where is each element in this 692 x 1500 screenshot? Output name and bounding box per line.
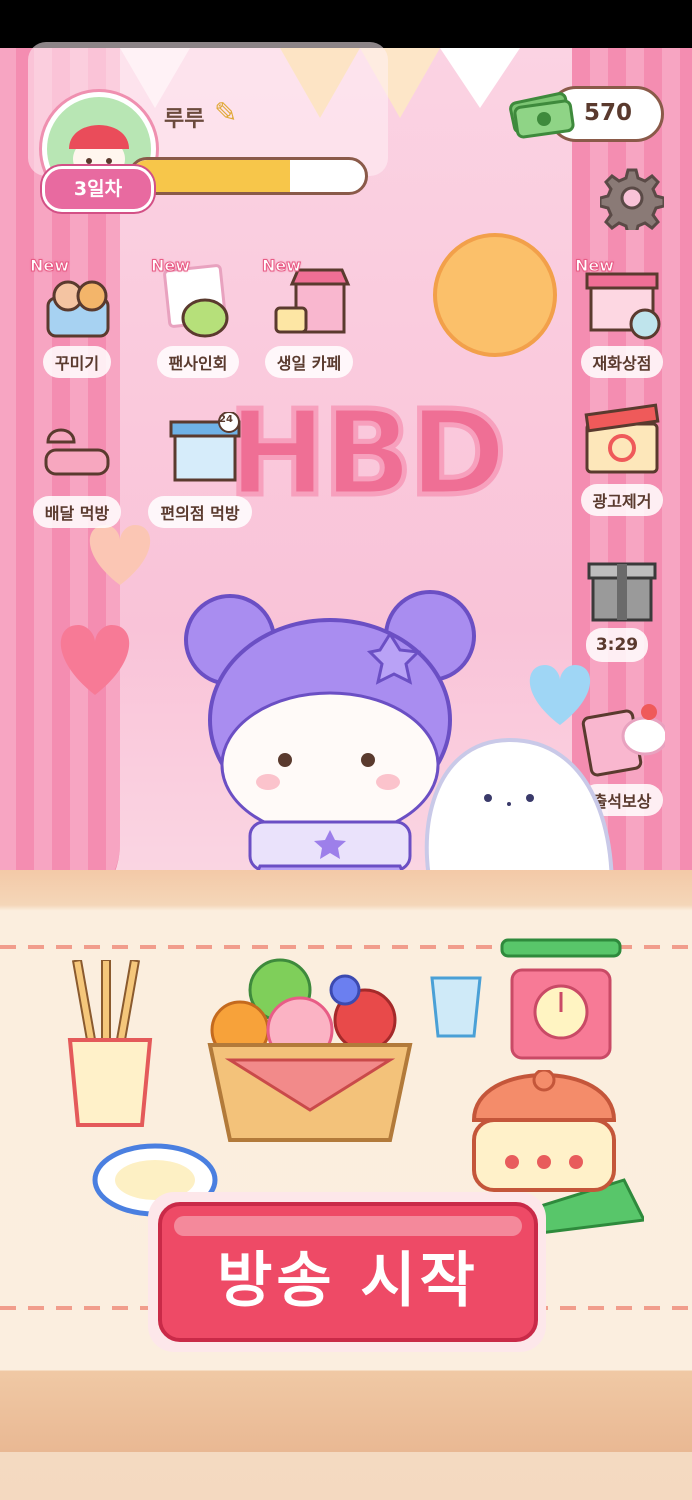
birthday-cafe-icon: New <box>261 256 352 342</box>
menu-remove-ads[interactable]: 광고제거 <box>572 400 672 516</box>
fruit-basket-icon <box>207 958 413 1142</box>
xp-fill <box>131 160 291 192</box>
menu-label: 재화상점 <box>580 346 664 378</box>
menu-convenience-store[interactable]: 24 편의점 먹방 <box>138 411 262 528</box>
menu-label: 배달 먹방 <box>32 496 122 528</box>
menu-fan-sign[interactable]: New 팬사인회 <box>138 256 258 378</box>
shop-icon: New <box>574 256 665 342</box>
gift-box[interactable] <box>572 546 672 626</box>
status-bar <box>0 0 692 48</box>
kitchen-scale-icon <box>500 938 622 1060</box>
settings-gear-icon[interactable] <box>600 166 664 230</box>
decorate-icon: New <box>29 256 120 342</box>
menu-label: 꾸미기 <box>42 346 112 378</box>
xp-bar <box>128 157 368 195</box>
gift-icon <box>579 546 665 626</box>
menu-decorate[interactable]: New 꾸미기 <box>22 256 132 378</box>
heart-balloon-icon <box>89 525 151 585</box>
player-name: 루루 <box>164 107 205 132</box>
menu-label: 생일 카페 <box>264 346 354 378</box>
fan-sign-icon: New <box>150 256 241 342</box>
currency-amount: 570 <box>584 100 633 126</box>
new-tag: New <box>261 256 302 276</box>
measuring-cup-icon <box>430 976 482 1038</box>
heart-balloon-icon <box>60 625 130 695</box>
day-badge: 3일차 <box>42 166 154 212</box>
gift-timer: 3:29 <box>586 628 648 662</box>
new-tag: New <box>574 256 615 276</box>
delivery-mukbang-icon <box>34 412 120 492</box>
new-tag: New <box>29 256 70 276</box>
convenience-store-icon: 24 <box>157 411 243 492</box>
snack-sticks-icon <box>67 960 153 1127</box>
edit-pencil-icon[interactable]: ✎ <box>214 96 237 129</box>
menu-birthday-cafe[interactable]: New 생일 카페 <box>254 256 364 378</box>
menu-delivery-mukbang[interactable]: 배달 먹방 <box>22 412 132 528</box>
remove-ads-icon <box>579 400 665 480</box>
menu-label: 팬사인회 <box>156 346 240 378</box>
cash-icon <box>509 92 575 139</box>
balloon-orange-icon <box>433 233 557 357</box>
menu-label: 편의점 먹방 <box>148 496 252 528</box>
menu-label: 광고제거 <box>580 484 664 516</box>
start-broadcast-label: 방송 시작 <box>217 1246 479 1316</box>
store-24-badge: 24 <box>219 414 233 425</box>
menu-shop[interactable]: New 재화상점 <box>572 256 672 378</box>
hbd-banner: HBD <box>226 382 510 525</box>
new-tag: New <box>150 256 191 276</box>
